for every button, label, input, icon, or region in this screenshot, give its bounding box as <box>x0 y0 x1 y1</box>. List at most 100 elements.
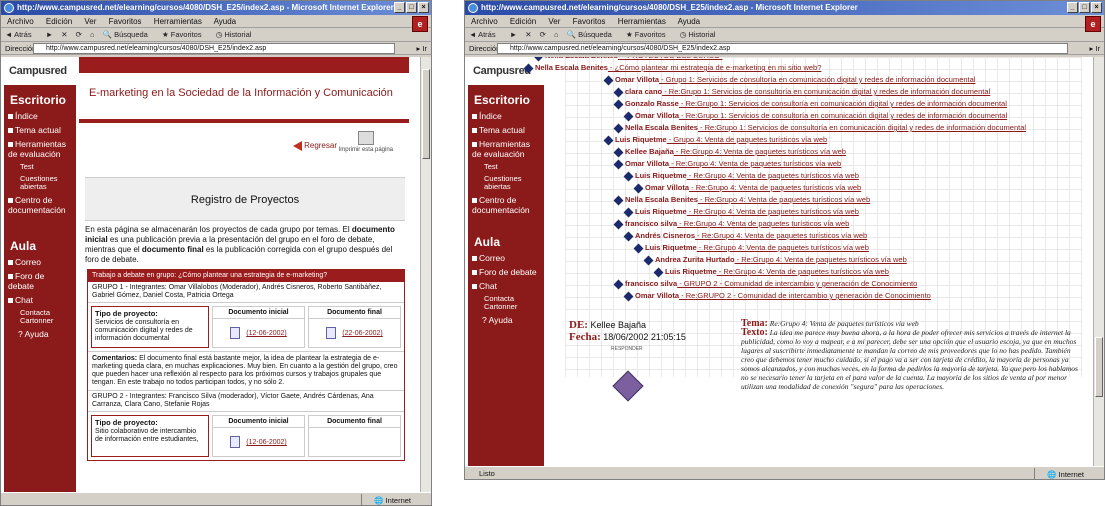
history-button[interactable]: ◷ Historial <box>680 30 722 39</box>
thread-subject-link[interactable]: - Re:Grupo 4: Venta de paquetes turístic… <box>687 171 859 180</box>
go-button[interactable]: ▸ Ir <box>417 42 427 55</box>
thread-subject-link[interactable]: - Re:Grupo 1: Servicios de consultoría e… <box>679 111 1007 120</box>
vertical-scrollbar[interactable] <box>1093 57 1104 467</box>
back-button[interactable]: ◄ Atrás <box>5 30 38 39</box>
sidebar-item-indice[interactable]: Índice <box>468 109 544 123</box>
thread-subject-link[interactable]: - Re:Grupo 4: Venta de paquetes turístic… <box>677 219 849 228</box>
thread-item[interactable]: Gonzalo Rasse - Re:Grupo 1: Servicios de… <box>613 99 1007 109</box>
forward-button[interactable]: ► <box>510 30 517 39</box>
stop-button[interactable]: ✕ <box>525 30 531 39</box>
menu-ayuda[interactable]: Ayuda <box>214 17 237 26</box>
stop-button[interactable]: ✕ <box>61 30 67 39</box>
maximize-button[interactable]: □ <box>1079 2 1090 13</box>
sidebar-item-cuestiones[interactable]: Cuestiones abiertas <box>4 173 76 193</box>
menu-ver[interactable]: Ver <box>84 17 96 26</box>
responder-button[interactable]: RESPONDER <box>569 343 719 355</box>
home-button[interactable]: ⌂ <box>90 30 95 39</box>
thread-subject-link[interactable]: - Re:Grupo 4: Venta de paquetes turístic… <box>697 243 869 252</box>
thread-subject-link[interactable]: - Re:Grupo 4: Venta de paquetes turístic… <box>674 147 846 156</box>
sidebar-item-correo[interactable]: Correo <box>4 255 76 269</box>
address-input[interactable]: http://www.campusred.net/elearning/curso… <box>33 43 395 54</box>
thread-subject-link[interactable]: - Re:Grupo 4: Venta de paquetes turístic… <box>695 231 867 240</box>
scrollbar-thumb[interactable] <box>1095 337 1103 397</box>
doc-inicial-link[interactable]: (12-06-2002) <box>213 319 304 347</box>
thread-subject-link[interactable]: - Re:Grupo 4: Venta de paquetes turístic… <box>689 183 861 192</box>
thread-subject-link[interactable]: - Re:Grupo 1: Servicios de consultoría e… <box>679 99 1007 108</box>
thread-item[interactable]: clara cano - Re:Grupo 1: Servicios de co… <box>613 87 990 97</box>
sidebar-item-tema-actual[interactable]: Tema actual <box>468 123 544 137</box>
menu-ver[interactable]: Ver <box>548 17 560 26</box>
sidebar-item-foro[interactable]: Foro de debate <box>468 265 544 279</box>
doc-final-link[interactable]: (22-06-2002) <box>309 319 400 347</box>
menu-edicion[interactable]: Edición <box>46 17 72 26</box>
address-input[interactable]: http://www.campusred.net/elearning/curso… <box>497 43 1068 54</box>
regresar-link[interactable]: Regresar <box>293 141 337 151</box>
thread-item[interactable]: Luis Riquetme - Re:Grupo 4: Venta de paq… <box>623 207 859 217</box>
menu-ayuda[interactable]: Ayuda <box>678 17 701 26</box>
go-button[interactable]: ▸ Ir <box>1090 42 1100 55</box>
sidebar-item-ayuda[interactable]: ? Ayuda <box>468 313 544 327</box>
back-button[interactable]: ◄ Atrás <box>469 30 502 39</box>
sidebar-item-foro[interactable]: Foro de debate <box>4 269 76 293</box>
thread-subject-link[interactable]: - "PROYECTOS DEL CURSO" <box>618 57 722 60</box>
forward-button[interactable]: ► <box>46 30 53 39</box>
sidebar-item-chat[interactable]: Chat <box>4 293 76 307</box>
thread-item[interactable]: Andrés Cisneros - Re:Grupo 4: Venta de p… <box>623 231 867 241</box>
thread-item[interactable]: Nella Escala Benites - "PROYECTOS DEL CU… <box>533 57 722 61</box>
thread-item[interactable]: Andrea Zurita Hurtado - Re:Grupo 4: Vent… <box>643 255 907 265</box>
thread-item[interactable]: Kellee Bajaña - Re:Grupo 4: Venta de paq… <box>613 147 846 157</box>
thread-item[interactable]: francisco silva - GRUPO 2 - Comunidad de… <box>613 279 917 289</box>
thread-subject-link[interactable]: - Re:GRUPO 2 - Comunidad de intercambio … <box>679 291 931 300</box>
thread-item[interactable]: Luis Riquetme - Grupo 4: Venta de paquet… <box>603 135 827 145</box>
sidebar-item-correo[interactable]: Correo <box>468 251 544 265</box>
thread-subject-link[interactable]: - Re:Grupo 4: Venta de paquetes turístic… <box>717 267 889 276</box>
minimize-button[interactable]: _ <box>1067 2 1078 13</box>
imprimir-button[interactable]: Imprimir esta página <box>339 131 393 154</box>
sidebar-item-test[interactable]: Test <box>468 161 544 173</box>
sidebar-item-ayuda[interactable]: ? Ayuda <box>4 327 76 341</box>
thread-subject-link[interactable]: - Re:Grupo 4: Venta de paquetes turístic… <box>735 255 907 264</box>
sidebar-item-contacta[interactable]: Contacta Cartonner <box>4 307 76 327</box>
thread-subject-link[interactable]: - Grupo 1: Servicios de consultoría en c… <box>659 75 975 84</box>
menu-archivo[interactable]: Archivo <box>7 17 34 26</box>
thread-item[interactable]: Omar Villota - Re:GRUPO 2 - Comunidad de… <box>623 291 931 301</box>
sidebar-item-chat[interactable]: Chat <box>468 279 544 293</box>
sidebar-item-test[interactable]: Test <box>4 161 76 173</box>
history-button[interactable]: ◷ Historial <box>216 30 258 39</box>
thread-subject-link[interactable]: - Re:Grupo 1: Servicios de consultoría e… <box>698 123 1026 132</box>
sidebar-item-centro[interactable]: Centro de documentación <box>468 193 544 217</box>
thread-subject-link[interactable]: - Re:Grupo 4: Venta de paquetes turístic… <box>687 207 859 216</box>
minimize-button[interactable]: _ <box>394 2 405 13</box>
thread-subject-link[interactable]: - Re:Grupo 4: Venta de paquetes turístic… <box>669 159 841 168</box>
thread-subject-link[interactable]: - Re:Grupo 1: Servicios de consultoría e… <box>662 87 990 96</box>
thread-subject-link[interactable]: - Re:Grupo 4: Venta de paquetes turístic… <box>698 195 870 204</box>
favorites-button[interactable]: ★ Favoritos <box>626 30 672 39</box>
doc2-inicial-link[interactable]: (12-06-2002) <box>213 428 304 456</box>
home-button[interactable]: ⌂ <box>554 30 559 39</box>
sidebar-item-herramientas[interactable]: Herramientas de evaluación <box>468 137 544 161</box>
thread-item[interactable]: Omar Villota - Re:Grupo 4: Venta de paqu… <box>633 183 861 193</box>
menu-herramientas[interactable]: Herramientas <box>154 17 202 26</box>
thread-subject-link[interactable]: - ¿Cómo plantear mi estrategia de e-mark… <box>608 63 821 72</box>
sidebar-item-contacta[interactable]: Contacta Cartonner <box>468 293 544 313</box>
sidebar-item-herramientas[interactable]: Herramientas de evaluación <box>4 137 76 161</box>
maximize-button[interactable]: □ <box>406 2 417 13</box>
thread-item[interactable]: Omar Villota - Grupo 1: Servicios de con… <box>603 75 975 85</box>
menu-herramientas[interactable]: Herramientas <box>618 17 666 26</box>
search-button[interactable]: 🔍 Búsqueda <box>103 30 154 39</box>
refresh-button[interactable]: ⟳ <box>540 30 546 39</box>
thread-subject-link[interactable]: - Grupo 4: Venta de paquetes turísticos … <box>667 135 827 144</box>
thread-item[interactable]: Nella Escala Benites - Re:Grupo 4: Venta… <box>613 195 870 205</box>
thread-item[interactable]: Omar Villota - Re:Grupo 1: Servicios de … <box>623 111 1007 121</box>
scrollbar-thumb[interactable] <box>422 69 430 159</box>
thread-item[interactable]: Luis Riquetme - Re:Grupo 4: Venta de paq… <box>653 267 889 277</box>
thread-item[interactable]: francisco silva - Re:Grupo 4: Venta de p… <box>613 219 849 229</box>
search-button[interactable]: 🔍 Búsqueda <box>567 30 618 39</box>
favorites-button[interactable]: ★ Favoritos <box>162 30 208 39</box>
close-button[interactable]: × <box>1091 2 1102 13</box>
thread-item[interactable]: Omar Villota - Re:Grupo 4: Venta de paqu… <box>613 159 841 169</box>
menu-favoritos[interactable]: Favoritos <box>109 17 142 26</box>
vertical-scrollbar[interactable] <box>420 57 431 493</box>
thread-item[interactable]: Nella Escala Benites - ¿Cómo plantear mi… <box>523 63 821 73</box>
refresh-button[interactable]: ⟳ <box>76 30 82 39</box>
